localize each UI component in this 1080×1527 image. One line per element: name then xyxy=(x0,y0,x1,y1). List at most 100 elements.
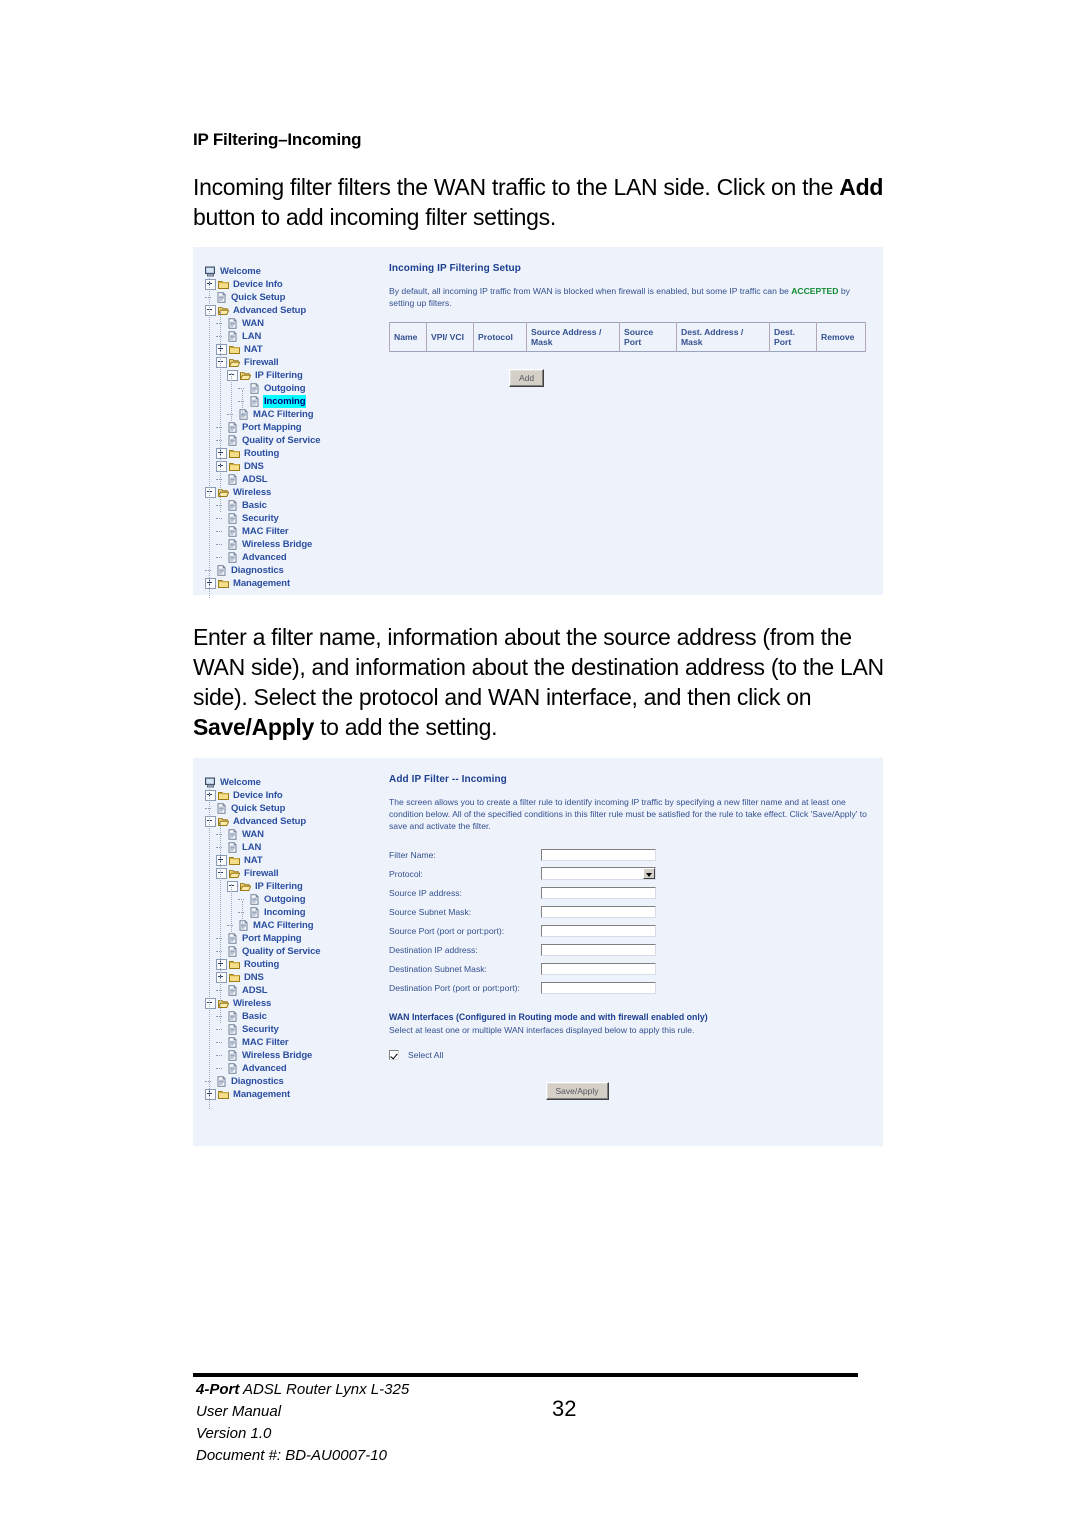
tree-expand-icon[interactable] xyxy=(216,959,227,970)
input-source-ip-address[interactable] xyxy=(541,886,656,899)
nav-item-dns[interactable]: DNS xyxy=(205,971,383,984)
tree-expand-icon[interactable] xyxy=(216,972,227,983)
wan-interfaces-heading: WAN Interfaces (Configured in Routing mo… xyxy=(389,1012,708,1022)
nav-item-security[interactable]: Security xyxy=(205,512,383,525)
nav-item-management[interactable]: Management xyxy=(205,1088,383,1101)
nav-item-routing[interactable]: Routing xyxy=(205,447,383,460)
tree-expand-icon[interactable] xyxy=(205,578,216,589)
nav-item-quick-setup[interactable]: Quick Setup xyxy=(205,802,383,815)
tree-connector xyxy=(227,410,238,419)
nav-item-nat[interactable]: NAT xyxy=(205,854,383,867)
nav-item-security[interactable]: Security xyxy=(205,1023,383,1036)
nav-item-routing[interactable]: Routing xyxy=(205,958,383,971)
nav-item-label: Wireless xyxy=(233,998,272,1009)
nav-item-basic[interactable]: Basic xyxy=(205,1010,383,1023)
nav-item-quality-of-service[interactable]: Quality of Service xyxy=(205,434,383,447)
nav-item-label: Outgoing xyxy=(264,383,306,394)
tree-expand-icon[interactable] xyxy=(216,344,227,355)
nav-item-label: Routing xyxy=(244,448,280,459)
tree-connector xyxy=(216,540,227,549)
tree-collapse-icon[interactable] xyxy=(216,868,227,879)
tree-collapse-icon[interactable] xyxy=(227,881,238,892)
tree-expand-icon[interactable] xyxy=(216,448,227,459)
tree-connector xyxy=(238,895,249,904)
tree-collapse-icon[interactable] xyxy=(227,370,238,381)
input-destination-port-port-or-port-port[interactable] xyxy=(541,981,656,994)
tree-collapse-icon[interactable] xyxy=(216,357,227,368)
nav-item-label: NAT xyxy=(244,344,263,355)
tree-connector xyxy=(216,501,227,510)
add-button[interactable]: Add xyxy=(509,369,545,387)
nav-item-advanced-setup[interactable]: Advanced Setup xyxy=(205,815,383,828)
nav-item-management[interactable]: Management xyxy=(205,577,383,590)
tree-expand-icon[interactable] xyxy=(205,279,216,290)
nav-item-advanced[interactable]: Advanced xyxy=(205,1062,383,1075)
nav-item-welcome[interactable]: Welcome xyxy=(205,265,383,278)
nav-item-adsl[interactable]: ADSL xyxy=(205,473,383,486)
nav-item-quick-setup[interactable]: Quick Setup xyxy=(205,291,383,304)
tree-collapse-icon[interactable] xyxy=(205,487,216,498)
nav-item-label: WAN xyxy=(242,829,264,840)
nav-item-lan[interactable]: LAN xyxy=(205,841,383,854)
tree-connector xyxy=(216,514,227,523)
page-icon xyxy=(238,409,249,420)
nav-item-adsl[interactable]: ADSL xyxy=(205,984,383,997)
tree-collapse-icon[interactable] xyxy=(205,998,216,1009)
input-source-port-port-or-port-port[interactable] xyxy=(541,924,656,937)
col-source-port: Source Port xyxy=(619,322,677,352)
nav-item-label: MAC Filtering xyxy=(253,920,314,931)
nav-item-label: Welcome xyxy=(220,266,261,277)
tree-connector xyxy=(216,843,227,852)
navigation-tree-2[interactable]: Welcome Device Info Quick Setup Advanced Se… xyxy=(205,776,383,1109)
computer-icon xyxy=(205,777,216,788)
protocol-select[interactable] xyxy=(541,867,656,880)
nav-item-wireless[interactable]: Wireless xyxy=(205,486,383,499)
input-source-subnet-mask[interactable] xyxy=(541,905,656,918)
nav-item-wan[interactable]: WAN xyxy=(205,828,383,841)
nav-item-wireless[interactable]: Wireless xyxy=(205,997,383,1010)
tree-collapse-icon[interactable] xyxy=(205,305,216,316)
folder-closed-icon xyxy=(218,279,229,290)
save-apply-button[interactable]: Save/Apply xyxy=(545,1082,609,1100)
tree-expand-icon[interactable] xyxy=(216,855,227,866)
nav-item-diagnostics[interactable]: Diagnostics xyxy=(205,564,383,577)
folder-closed-icon xyxy=(229,461,240,472)
nav-item-firewall[interactable]: Firewall xyxy=(205,356,383,369)
tree-expand-icon[interactable] xyxy=(216,461,227,472)
nav-item-label: Diagnostics xyxy=(231,1076,284,1087)
chevron-down-icon[interactable] xyxy=(643,868,655,879)
nav-item-label: MAC Filter xyxy=(242,1037,289,1048)
select-all-row[interactable]: Select All xyxy=(389,1050,875,1060)
page-icon xyxy=(216,565,227,576)
nav-item-device-info[interactable]: Device Info xyxy=(205,789,383,802)
tree-collapse-icon[interactable] xyxy=(205,816,216,827)
nav-item-wireless-bridge[interactable]: Wireless Bridge xyxy=(205,1049,383,1062)
tree-expand-icon[interactable] xyxy=(205,790,216,801)
nav-item-lan[interactable]: LAN xyxy=(205,330,383,343)
nav-item-quality-of-service[interactable]: Quality of Service xyxy=(205,945,383,958)
nav-item-basic[interactable]: Basic xyxy=(205,499,383,512)
nav-item-firewall[interactable]: Firewall xyxy=(205,867,383,880)
nav-item-advanced[interactable]: Advanced xyxy=(205,551,383,564)
nav-item-advanced-setup[interactable]: Advanced Setup xyxy=(205,304,383,317)
field-label-destination-port-port-or-port-port: Destination Port (port or port:port): xyxy=(389,982,520,993)
nav-item-wireless-bridge[interactable]: Wireless Bridge xyxy=(205,538,383,551)
input-destination-subnet-mask[interactable] xyxy=(541,962,656,975)
nav-item-device-info[interactable]: Device Info xyxy=(205,278,383,291)
tree-connector xyxy=(238,397,249,406)
input-destination-ip-address[interactable] xyxy=(541,943,656,956)
nav-item-welcome[interactable]: Welcome xyxy=(205,776,383,789)
nav-item-mac-filter[interactable]: MAC Filter xyxy=(205,525,383,538)
navigation-tree-1[interactable]: Welcome Device Info Quick Setup Advanced Se… xyxy=(205,265,383,598)
nav-item-dns[interactable]: DNS xyxy=(205,460,383,473)
tree-connector xyxy=(216,475,227,484)
tree-expand-icon[interactable] xyxy=(205,1089,216,1100)
select-all-checkbox[interactable] xyxy=(389,1050,399,1060)
nav-item-wan[interactable]: WAN xyxy=(205,317,383,330)
nav-item-label: MAC Filter xyxy=(242,526,289,537)
page-icon xyxy=(227,435,238,446)
nav-item-mac-filter[interactable]: MAC Filter xyxy=(205,1036,383,1049)
nav-item-diagnostics[interactable]: Diagnostics xyxy=(205,1075,383,1088)
input-filter-name[interactable] xyxy=(541,848,656,861)
nav-item-nat[interactable]: NAT xyxy=(205,343,383,356)
